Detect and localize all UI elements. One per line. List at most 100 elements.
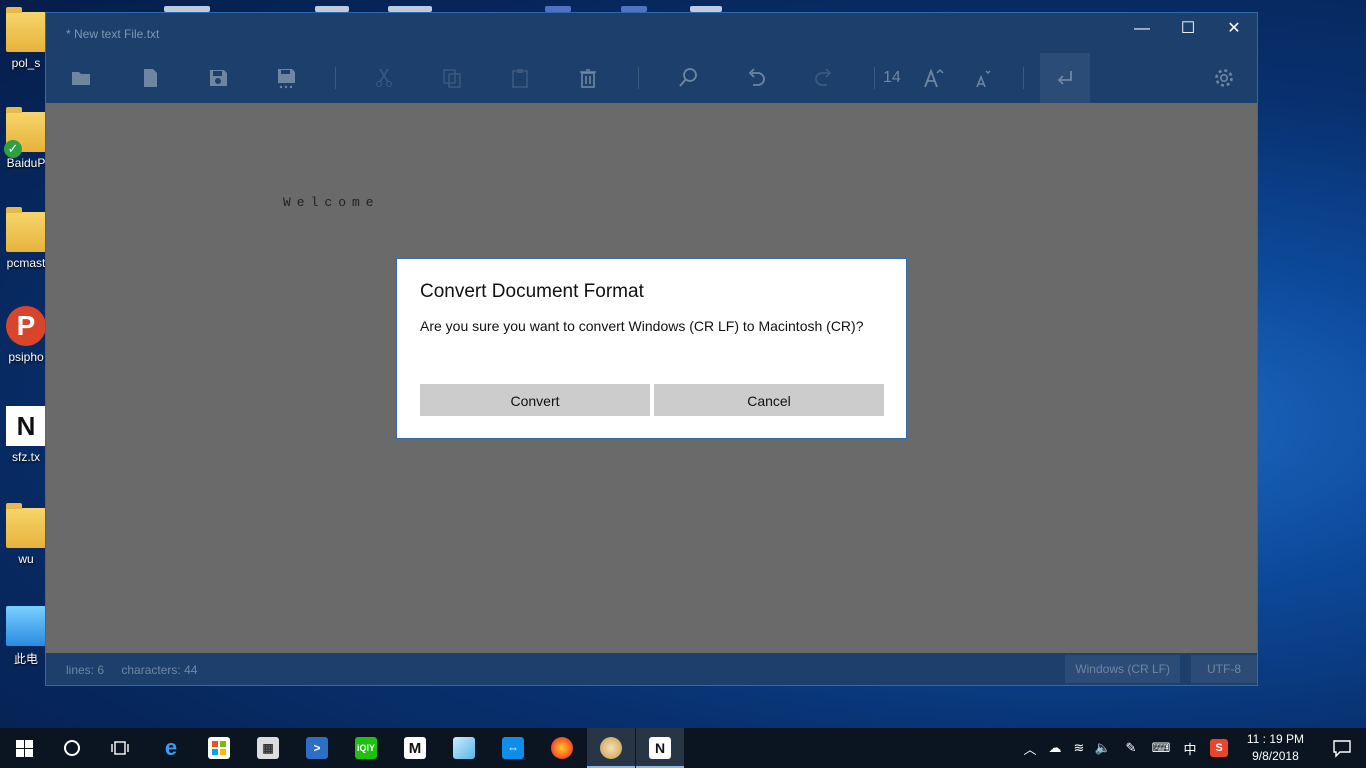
folder-icon: ✓: [4, 107, 46, 158]
taskbar-app-mango[interactable]: M: [391, 728, 439, 768]
save-as-button[interactable]: [265, 53, 307, 103]
taskbar-app-teamviewer[interactable]: ⇔: [489, 728, 537, 768]
taskbar-app-iqiyi[interactable]: iQIY: [342, 728, 390, 768]
cloud-icon: ☁: [1048, 740, 1062, 755]
taskbar-app-edge[interactable]: e: [147, 728, 195, 768]
taskbar-app-notes[interactable]: [440, 728, 488, 768]
dialog-title: Convert Document Format: [420, 281, 644, 302]
paste-button[interactable]: [499, 53, 541, 103]
increase-font-icon: [924, 68, 944, 88]
teamviewer-icon: ⇔: [502, 737, 524, 759]
taskbar: e ▦ > iQIY M ⇔ N ︿ ☁ ≋ 🔈 ✎ ⌨ 中 S 11 : 19…: [0, 728, 1366, 768]
computer-icon: [6, 606, 46, 646]
decrease-font-button[interactable]: [962, 53, 1004, 103]
taskbar-app-firefox[interactable]: [538, 728, 586, 768]
taskbar-app-powershell[interactable]: >: [293, 728, 341, 768]
delete-icon: [580, 69, 596, 88]
user-folder-icon: [6, 503, 46, 548]
taskbar-app-store[interactable]: [195, 728, 243, 768]
pen-icon: ✎: [1125, 740, 1137, 755]
checkmark-icon: ✓: [4, 140, 22, 158]
toolbar-separator: [874, 67, 875, 89]
editor-content: Welcome: [283, 195, 380, 210]
undo-button[interactable]: [735, 53, 777, 103]
word-wrap-button[interactable]: [1040, 53, 1090, 103]
title-bar[interactable]: * New text File.txt — ☐ ✕: [46, 13, 1257, 53]
cortana-button[interactable]: [48, 728, 96, 768]
toolbar: 14: [46, 53, 1257, 103]
word-wrap-icon: [1057, 71, 1072, 85]
find-icon: [679, 68, 697, 87]
show-hidden-icons-button[interactable]: ︿: [1020, 728, 1040, 768]
redo-icon: [815, 68, 832, 86]
open-folder-icon: [72, 72, 90, 85]
find-button[interactable]: [667, 53, 709, 103]
encoding-selector[interactable]: UTF-8: [1191, 655, 1257, 683]
open-button[interactable]: [60, 53, 102, 103]
close-button[interactable]: ✕: [1211, 13, 1257, 45]
notes-icon: [453, 737, 475, 759]
ime-indicator[interactable]: 中: [1180, 728, 1200, 768]
paste-icon: [512, 69, 528, 88]
start-button[interactable]: [0, 728, 48, 768]
task-view-icon: [111, 741, 129, 755]
powershell-icon: >: [306, 737, 328, 759]
decrease-font-icon: [976, 70, 991, 88]
copy-icon: [443, 69, 461, 88]
sogou-input-icon: S: [1210, 739, 1228, 757]
calculator-icon: ▦: [257, 737, 279, 759]
folder-icon: [6, 7, 46, 52]
folder-icon: [6, 207, 46, 252]
toolbar-separator: [335, 67, 336, 89]
clock-date: 9/8/2018: [1252, 749, 1299, 763]
settings-icon: [1215, 69, 1233, 87]
desktop-top-icons: [160, 0, 760, 12]
redo-button[interactable]: [803, 53, 845, 103]
cut-button[interactable]: [363, 53, 405, 103]
pen-button[interactable]: ✎: [1120, 728, 1142, 768]
settings-button[interactable]: [1203, 53, 1245, 103]
speaker-icon: 🔈: [1094, 740, 1112, 755]
clock[interactable]: 11 : 19 PM 9/8/2018: [1247, 731, 1304, 765]
cortana-icon: [64, 740, 80, 756]
convert-button[interactable]: Convert: [420, 384, 650, 416]
increase-font-button[interactable]: [912, 53, 954, 103]
dialog-message: Are you sure you want to convert Windows…: [420, 318, 864, 334]
task-view-button[interactable]: [96, 728, 144, 768]
font-size-display: 14: [883, 69, 901, 86]
chevron-up-icon: ︿: [1023, 741, 1037, 757]
psiphon-icon: P: [6, 306, 46, 346]
maximize-button[interactable]: ☐: [1165, 13, 1211, 45]
network-button[interactable]: ≋: [1068, 728, 1090, 768]
undo-icon: [748, 68, 765, 86]
windows-logo-icon: [15, 739, 33, 757]
toolbar-separator: [638, 67, 639, 89]
character-count: characters: 44: [121, 663, 198, 677]
save-as-icon: [278, 69, 295, 89]
window-title: * New text File.txt: [66, 27, 160, 41]
toolbar-separator: [1023, 67, 1024, 89]
save-button[interactable]: [197, 53, 239, 103]
copy-button[interactable]: [431, 53, 473, 103]
convert-format-dialog: Convert Document Format Are you sure you…: [396, 258, 907, 439]
cancel-button[interactable]: Cancel: [654, 384, 884, 416]
delete-button[interactable]: [567, 53, 609, 103]
taskbar-app-calculator[interactable]: ▦: [244, 728, 292, 768]
sogou-button[interactable]: S: [1208, 728, 1230, 768]
mango-tv-icon: M: [404, 737, 426, 759]
cut-icon: [376, 68, 392, 87]
taskbar-app-paint[interactable]: [587, 728, 635, 768]
paint-icon: [600, 737, 622, 759]
minimize-button[interactable]: —: [1119, 13, 1165, 45]
onedrive-button[interactable]: ☁: [1044, 728, 1066, 768]
touch-keyboard-button[interactable]: ⌨: [1148, 728, 1174, 768]
edge-icon: e: [164, 735, 178, 760]
volume-button[interactable]: 🔈: [1092, 728, 1114, 768]
text-file-icon: N: [6, 406, 46, 446]
iqiyi-icon: iQIY: [355, 737, 377, 759]
new-file-button[interactable]: [129, 53, 171, 103]
taskbar-app-notepads[interactable]: N: [636, 728, 684, 768]
line-ending-selector[interactable]: Windows (CR LF): [1065, 655, 1180, 683]
action-center-button[interactable]: [1330, 736, 1354, 760]
firefox-icon: [551, 737, 573, 759]
